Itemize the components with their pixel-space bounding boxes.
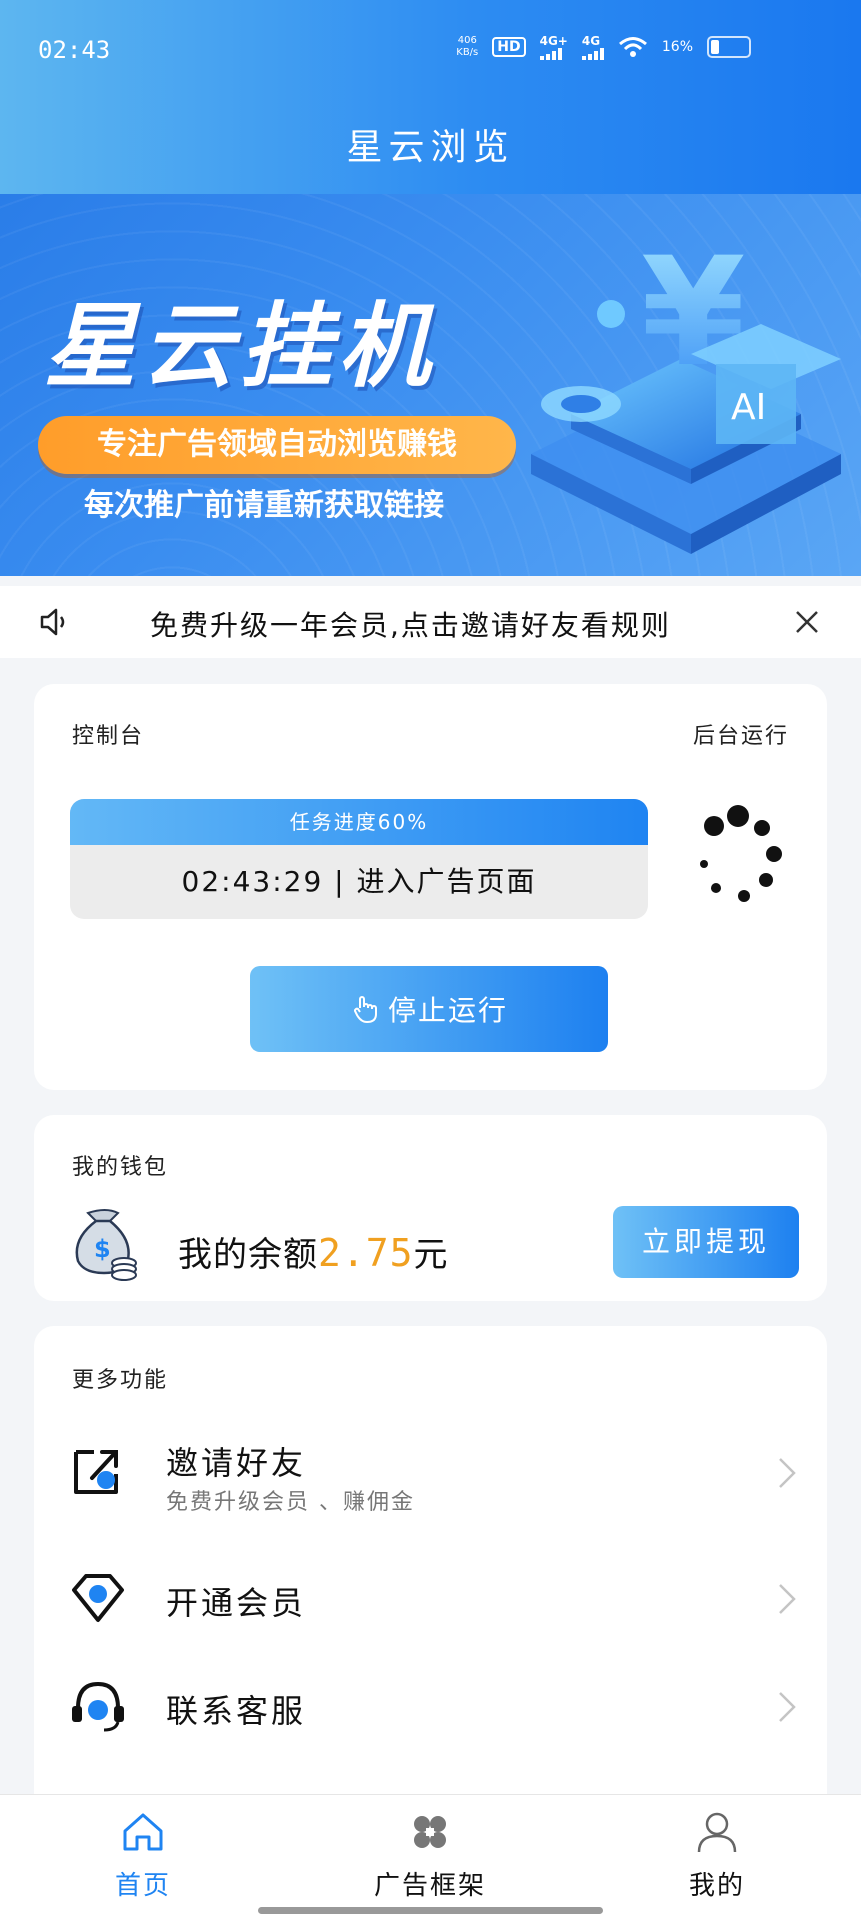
- stop-button-label: 停止运行: [387, 995, 508, 1026]
- menu-item-label: 联系客服: [166, 1692, 307, 1730]
- console-card: 控制台 后台运行 任务进度60% 02:43:29 | 进入广告页面 停止运行: [34, 684, 827, 1090]
- status-bar: 02:43 406 KB/s HD 4G+ 4G 16%: [0, 30, 861, 74]
- app-title: 星云浏览: [346, 127, 515, 168]
- status-icons: 406 KB/s HD 4G+ 4G 16%: [456, 34, 751, 60]
- menu-item-label: 开通会员: [166, 1584, 307, 1622]
- loading-spinner-icon: [700, 805, 782, 902]
- signal-icon: 4G+: [539, 34, 568, 60]
- task-progress: 任务进度60% 02:43:29 | 进入广告页面: [70, 799, 648, 919]
- menu-item-membership[interactable]: 开通会员: [34, 1544, 827, 1654]
- banner-subtitle: 每次推广前请重新获取链接: [84, 488, 444, 523]
- notice-text[interactable]: 免费升级一年会员,点击邀请好友看规则: [150, 604, 671, 644]
- wallet-title: 我的钱包: [72, 1155, 169, 1180]
- chevron-right-icon: [779, 1584, 796, 1614]
- home-icon: [123, 1813, 163, 1851]
- progress-bar: 任务进度60%: [70, 799, 648, 845]
- wifi-icon: [618, 37, 647, 57]
- chevron-right-icon: [779, 1692, 796, 1722]
- svg-text:AI: AI: [731, 387, 766, 428]
- hd-icon: HD: [492, 37, 526, 57]
- balance-unit: 元: [413, 1235, 449, 1275]
- close-icon[interactable]: [791, 606, 823, 638]
- app-header: 02:43 406 KB/s HD 4G+ 4G 16% 星云浏览: [0, 0, 861, 194]
- network-speed-value: 406: [457, 35, 477, 46]
- menu-item-invite[interactable]: 邀请好友 免费升级会员 、赚佣金: [34, 1418, 827, 1528]
- withdraw-button[interactable]: 立即提现: [613, 1206, 799, 1278]
- network-speed: 406 KB/s: [456, 35, 478, 59]
- tab-label: 我的: [688, 1871, 745, 1901]
- promo-banner[interactable]: 星云挂机 专注广告领域自动浏览赚钱 每次推广前请重新获取链接 ¥ AI: [0, 194, 861, 576]
- menu-item-customer-service[interactable]: 联系客服: [34, 1652, 827, 1762]
- speaker-icon: [40, 608, 65, 636]
- signal-1-label: 4G+: [539, 34, 568, 48]
- user-icon: [697, 1812, 737, 1853]
- balance-amount: 2.75: [318, 1231, 414, 1275]
- background-run-link[interactable]: 后台运行: [693, 718, 789, 750]
- grid-icon: [414, 1816, 446, 1848]
- more-functions-card: 更多功能 邀请好友 免费升级会员 、赚佣金 开通会员 联系客服: [34, 1326, 827, 1846]
- task-status: 02:43:29 | 进入广告页面: [181, 865, 537, 898]
- svg-text:$: $: [94, 1235, 111, 1263]
- stop-button[interactable]: 停止运行: [250, 966, 608, 1052]
- headset-icon: [72, 1681, 124, 1732]
- banner-slogan: 专注广告领域自动浏览赚钱: [38, 416, 516, 474]
- tab-label: 首页: [114, 1871, 171, 1901]
- hand-pointer-icon: [353, 996, 377, 1024]
- battery-percent: 16%: [661, 39, 693, 55]
- signal-icon: 4G: [581, 34, 604, 60]
- wallet-card: 我的钱包 $ 我的余额2.75元 立即提现: [34, 1115, 827, 1301]
- signal-2-label: 4G: [581, 34, 601, 48]
- money-bag-icon: $: [75, 1209, 137, 1281]
- status-time: 02:43: [38, 36, 111, 64]
- menu-item-subtitle: 免费升级会员 、赚佣金: [166, 1490, 415, 1515]
- tab-label: 广告框架: [373, 1871, 486, 1901]
- notice-bar[interactable]: 免费升级一年会员,点击邀请好友看规则: [0, 586, 861, 658]
- home-indicator[interactable]: [258, 1907, 603, 1914]
- diamond-icon: [72, 1574, 124, 1622]
- network-speed-unit: KB/s: [456, 47, 479, 58]
- bottom-tab-bar: 首页 广告框架 我的: [0, 1794, 861, 1920]
- banner-illustration: ¥ AI: [531, 226, 841, 554]
- console-title: 控制台: [72, 724, 145, 749]
- balance-display: 我的余额2.75元: [178, 1227, 449, 1276]
- share-icon: [74, 1450, 118, 1494]
- tab-ad-framework[interactable]: 广告框架: [350, 1809, 510, 1902]
- balance-label: 我的余额: [178, 1235, 318, 1275]
- battery-icon: [707, 36, 751, 58]
- menu-item-label: 邀请好友: [166, 1444, 307, 1482]
- more-functions-title: 更多功能: [72, 1368, 169, 1393]
- tab-mine[interactable]: 我的: [637, 1809, 797, 1902]
- chevron-right-icon: [779, 1458, 796, 1488]
- banner-title: 星云挂机: [44, 293, 437, 400]
- tab-home[interactable]: 首页: [63, 1809, 223, 1902]
